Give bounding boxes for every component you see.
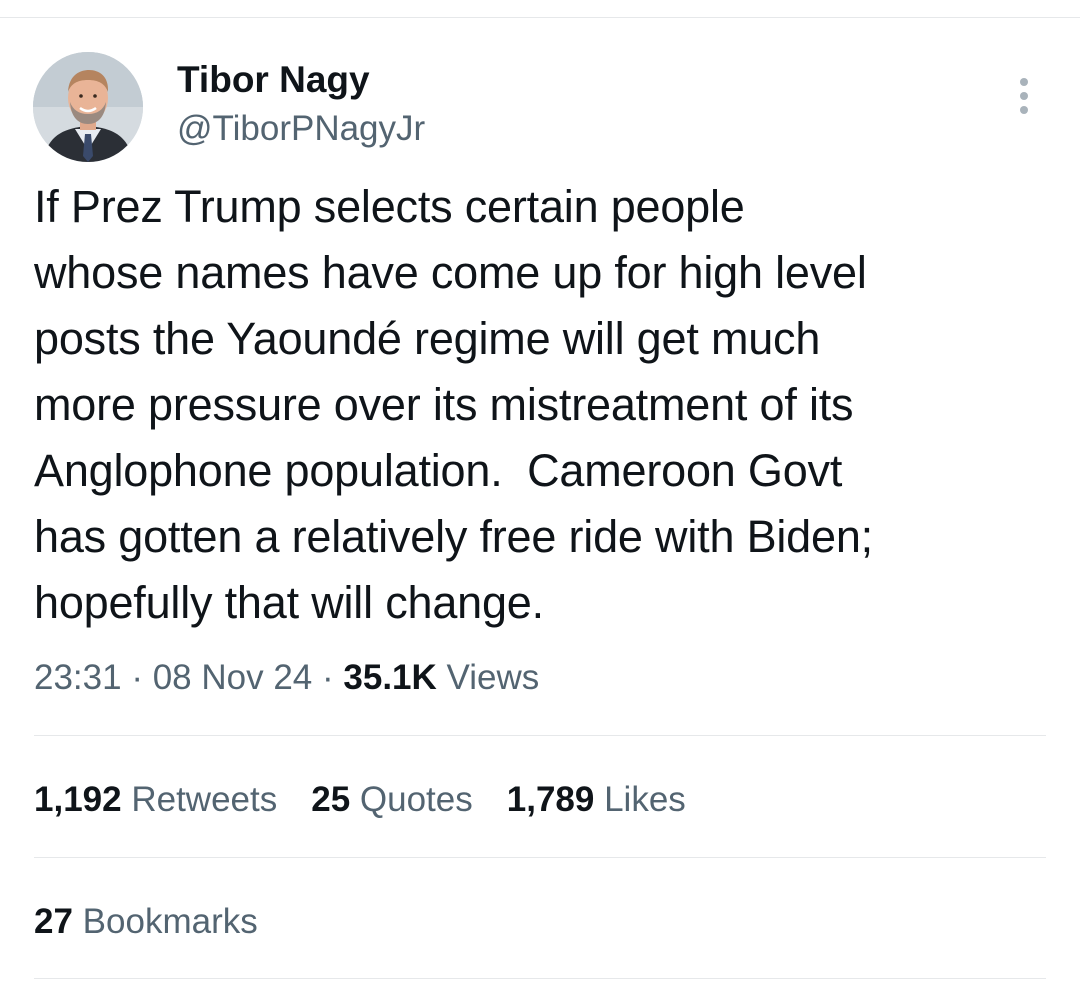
avatar-photo [33, 52, 143, 162]
more-vertical-icon [1020, 78, 1028, 114]
likes-label: Likes [604, 780, 686, 819]
divider [34, 857, 1046, 858]
bookmarks-stat[interactable]: 27 Bookmarks [34, 900, 258, 944]
bookmarks-label: Bookmarks [82, 902, 258, 941]
quotes-count: 25 [311, 780, 351, 819]
quotes-label: Quotes [359, 780, 473, 819]
author-handle[interactable]: @TiborPNagyJr [177, 108, 425, 150]
retweets-count: 1,192 [34, 780, 122, 819]
avatar[interactable] [33, 52, 143, 162]
views-count: 35.1K [343, 658, 437, 697]
retweets-stat[interactable]: 1,192 Retweets [34, 778, 277, 822]
bookmarks-count: 27 [34, 902, 73, 941]
views-label: Views [446, 658, 540, 697]
meta-separator: · [131, 658, 143, 697]
quotes-stat[interactable]: 25 Quotes [311, 778, 473, 822]
retweets-label: Retweets [131, 780, 278, 819]
tweet-time[interactable]: 23:31 [34, 658, 122, 697]
tweet-text: If Prez Trump selects certain people who… [34, 181, 873, 628]
divider [34, 978, 1046, 979]
author-display-name[interactable]: Tibor Nagy [177, 58, 370, 102]
tweet-date[interactable]: 08 Nov 24 [153, 658, 313, 697]
top-divider [0, 17, 1080, 18]
tweet-meta: 23:31 · 08 Nov 24 · 35.1K Views [34, 656, 539, 700]
divider [34, 735, 1046, 736]
more-options-button[interactable] [1006, 76, 1042, 116]
engagement-stats: 1,192 Retweets 25 Quotes 1,789 Likes [34, 778, 720, 822]
likes-count: 1,789 [506, 780, 595, 819]
likes-stat[interactable]: 1,789 Likes [507, 778, 686, 822]
meta-separator: · [322, 658, 334, 697]
